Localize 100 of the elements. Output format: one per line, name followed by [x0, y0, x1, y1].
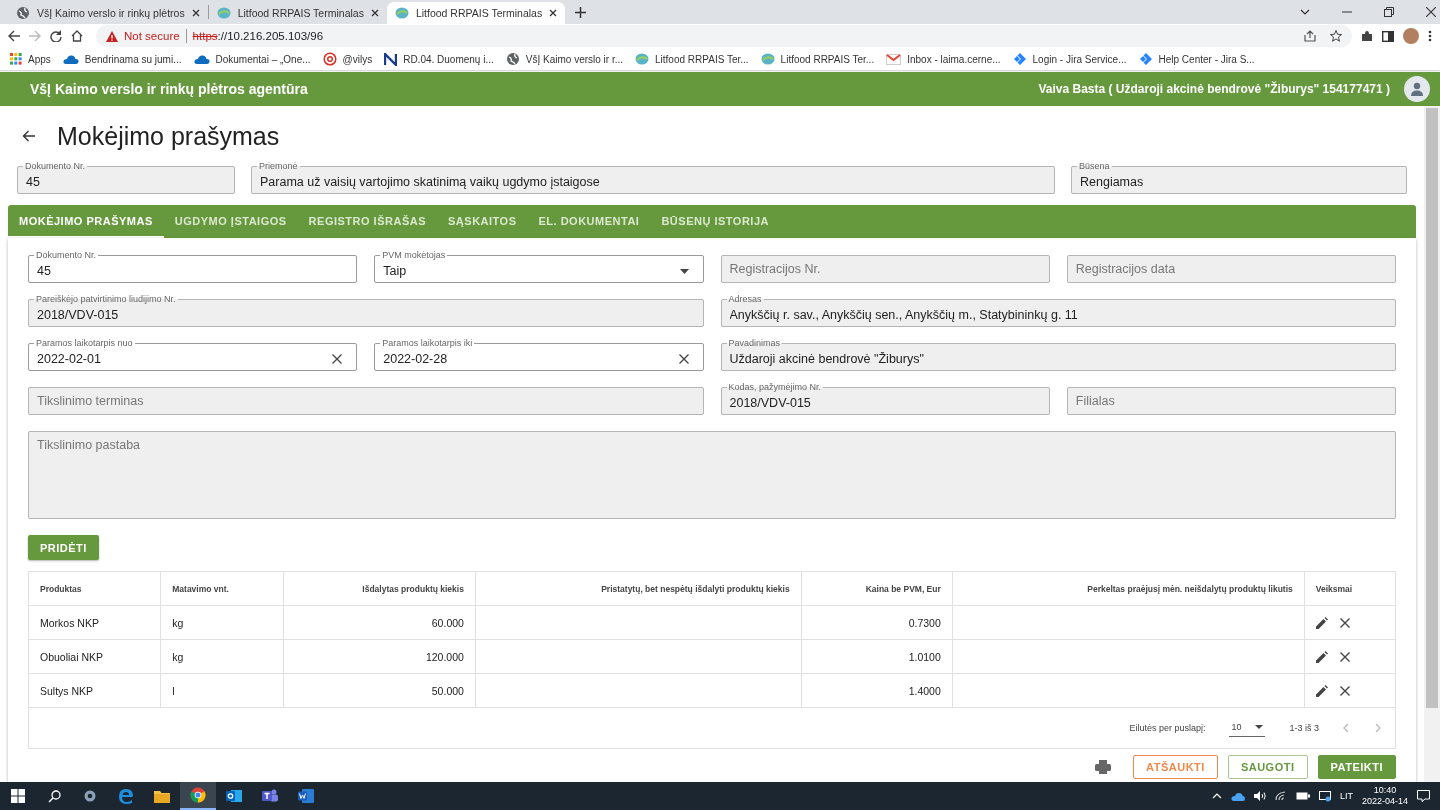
cross-icon[interactable]: [1339, 685, 1350, 696]
back-icon[interactable]: [8, 30, 20, 42]
address-bar[interactable]: Not secure https://10.216.205.103/96: [96, 25, 1352, 47]
input-field[interactable]: 45: [37, 264, 349, 278]
table-cell: 120.000: [283, 639, 476, 674]
table-cell: kg: [160, 605, 284, 640]
user-avatar[interactable]: [1404, 76, 1430, 102]
edit-icon[interactable]: [1315, 684, 1328, 697]
keyboard-language[interactable]: LIT: [1339, 791, 1353, 801]
dropdown-caret-icon: [1255, 724, 1264, 729]
person-icon: [1410, 82, 1424, 96]
mail-icon: [886, 53, 902, 65]
table-cell: l: [160, 673, 284, 708]
column-header: Veiksmai: [1304, 572, 1395, 606]
side-panel-icon[interactable]: [1382, 30, 1394, 42]
edit-icon[interactable]: [1315, 650, 1328, 663]
select-field[interactable]: PVM mokėtojas Taip: [374, 250, 704, 283]
scrollbar[interactable]: [1424, 106, 1440, 782]
field-label: Dokumento Nr.: [24, 161, 87, 171]
more-icon[interactable]: [1428, 30, 1432, 42]
chevron-up-icon[interactable]: [1211, 793, 1222, 799]
back-icon[interactable]: [22, 130, 35, 142]
cross-icon[interactable]: [1339, 617, 1350, 628]
close-icon[interactable]: [370, 9, 379, 17]
maximize-icon[interactable]: [1384, 7, 1394, 17]
security-status[interactable]: Not secure: [124, 30, 180, 42]
bookmark[interactable]: @vilys: [322, 52, 373, 66]
search-icon[interactable]: [47, 789, 61, 803]
clock-date: 2022-04-14: [1361, 796, 1408, 807]
reload-icon[interactable]: [50, 30, 62, 42]
clear-icon[interactable]: [678, 354, 689, 364]
bookmark[interactable]: Dokumentai – „One...: [193, 53, 311, 65]
bookmark[interactable]: VšĮ Kaimo verslo ir r...: [505, 52, 624, 66]
bookmark[interactable]: RD.04. Duomenų i...: [384, 52, 494, 66]
rows-per-page-select[interactable]: 10: [1229, 719, 1266, 737]
battery-icon[interactable]: [1295, 792, 1310, 800]
field-label: Paramos laikotarpis nuo: [35, 338, 134, 348]
input-field[interactable]: 2022-02-01: [37, 352, 325, 366]
field-label: Paramos laikotarpis iki: [381, 338, 474, 348]
date-field[interactable]: Paramos laikotarpis iki 2022-02-28: [374, 338, 704, 371]
browser-e-icon[interactable]: [118, 788, 134, 804]
input-field[interactable]: Taip: [383, 264, 672, 278]
share-icon[interactable]: [1304, 30, 1316, 42]
speaker-icon[interactable]: [1253, 791, 1266, 801]
browser-tab[interactable]: Litfood RRPAIS Terminalas: [208, 2, 387, 24]
bookmark[interactable]: Help Center - Jira S...: [1138, 52, 1255, 66]
url-text[interactable]: https://10.216.205.103/96: [192, 30, 324, 42]
close-icon[interactable]: [191, 9, 200, 17]
column-header: Išdalytas produktų kiekis: [283, 572, 476, 606]
table-cell: Morkos NKP: [29, 605, 161, 640]
field-label: PVM mokėtojas: [381, 250, 447, 260]
globe-icon: [16, 6, 30, 20]
field-label: Kodas, pažymėjimo Nr.: [727, 382, 823, 392]
warning-icon: [106, 30, 118, 42]
chrome-icon[interactable]: [190, 787, 206, 803]
date-field[interactable]: Paramos laikotarpis nuo 2022-02-01: [28, 338, 358, 371]
chat-app-icon[interactable]: [262, 788, 278, 804]
home-icon[interactable]: [71, 30, 83, 42]
browser-tab[interactable]: Litfood RRPAIS Terminalas: [386, 2, 566, 24]
new-tab-icon[interactable]: [575, 6, 587, 18]
dropdown-caret-icon[interactable]: [679, 268, 689, 274]
close-icon[interactable]: [1426, 7, 1436, 17]
edit-icon[interactable]: [1315, 616, 1328, 629]
bookmark[interactable]: Litfood RRPAIS Ter...: [760, 52, 875, 66]
table-cell: kg: [160, 639, 284, 674]
clock[interactable]: 10:40 2022-04-14: [1361, 785, 1408, 807]
bookmark[interactable]: Login - Jira Service...: [1012, 52, 1127, 66]
bookmark[interactable]: Bendrinama su jumi...: [62, 53, 182, 65]
display-icon[interactable]: [1318, 790, 1331, 802]
folder-icon[interactable]: [154, 789, 170, 803]
jira-icon: [1012, 52, 1027, 66]
jira-icon: [1138, 52, 1153, 66]
notifications-icon[interactable]: [1417, 790, 1430, 802]
star-icon[interactable]: [1330, 30, 1342, 42]
bookmark[interactable]: Inbox - laima.cerne...: [886, 53, 1001, 65]
bookmark[interactable]: Apps: [10, 53, 51, 65]
extensions-icon[interactable]: [1361, 30, 1373, 42]
close-icon[interactable]: [549, 9, 558, 17]
profile-avatar[interactable]: [1403, 28, 1419, 44]
page-range: 1-3 iš 3: [1289, 723, 1319, 733]
browser-tab[interactable]: VšĮ Kaimo verslo ir rinkų plėtros: [8, 2, 208, 24]
chevron-down-icon[interactable]: [1300, 9, 1310, 15]
field-label: Būsena: [1078, 161, 1111, 171]
cloud-icon: [193, 53, 210, 65]
windows-start-icon[interactable]: [11, 789, 25, 803]
document-app-icon[interactable]: [298, 788, 314, 804]
field-label: Pareiškėjo patvirtinimo liudijimo Nr.: [35, 294, 177, 304]
column-header: Perkeltas praėjusį mėn. neišdalytų produktų likutis: [952, 572, 1305, 606]
field-label: Priemonė: [258, 161, 299, 171]
input-field[interactable]: 2022-02-28: [383, 352, 671, 366]
mail-app-icon[interactable]: [226, 788, 242, 804]
clear-icon[interactable]: [332, 354, 343, 364]
cross-icon[interactable]: [1339, 651, 1350, 662]
text-field[interactable]: Dokumento Nr. 45: [28, 250, 358, 283]
app-title: VšĮ Kaimo verslo ir rinkų plėtros agentūra: [30, 81, 308, 97]
wifi-icon[interactable]: [1274, 791, 1287, 801]
bookmark[interactable]: Litfood RRPAIS Ter...: [635, 52, 749, 66]
field-label: Adresas: [727, 294, 763, 304]
column-header: Matavimo vnt.: [160, 572, 284, 606]
cloud-icon[interactable]: [1230, 791, 1245, 801]
